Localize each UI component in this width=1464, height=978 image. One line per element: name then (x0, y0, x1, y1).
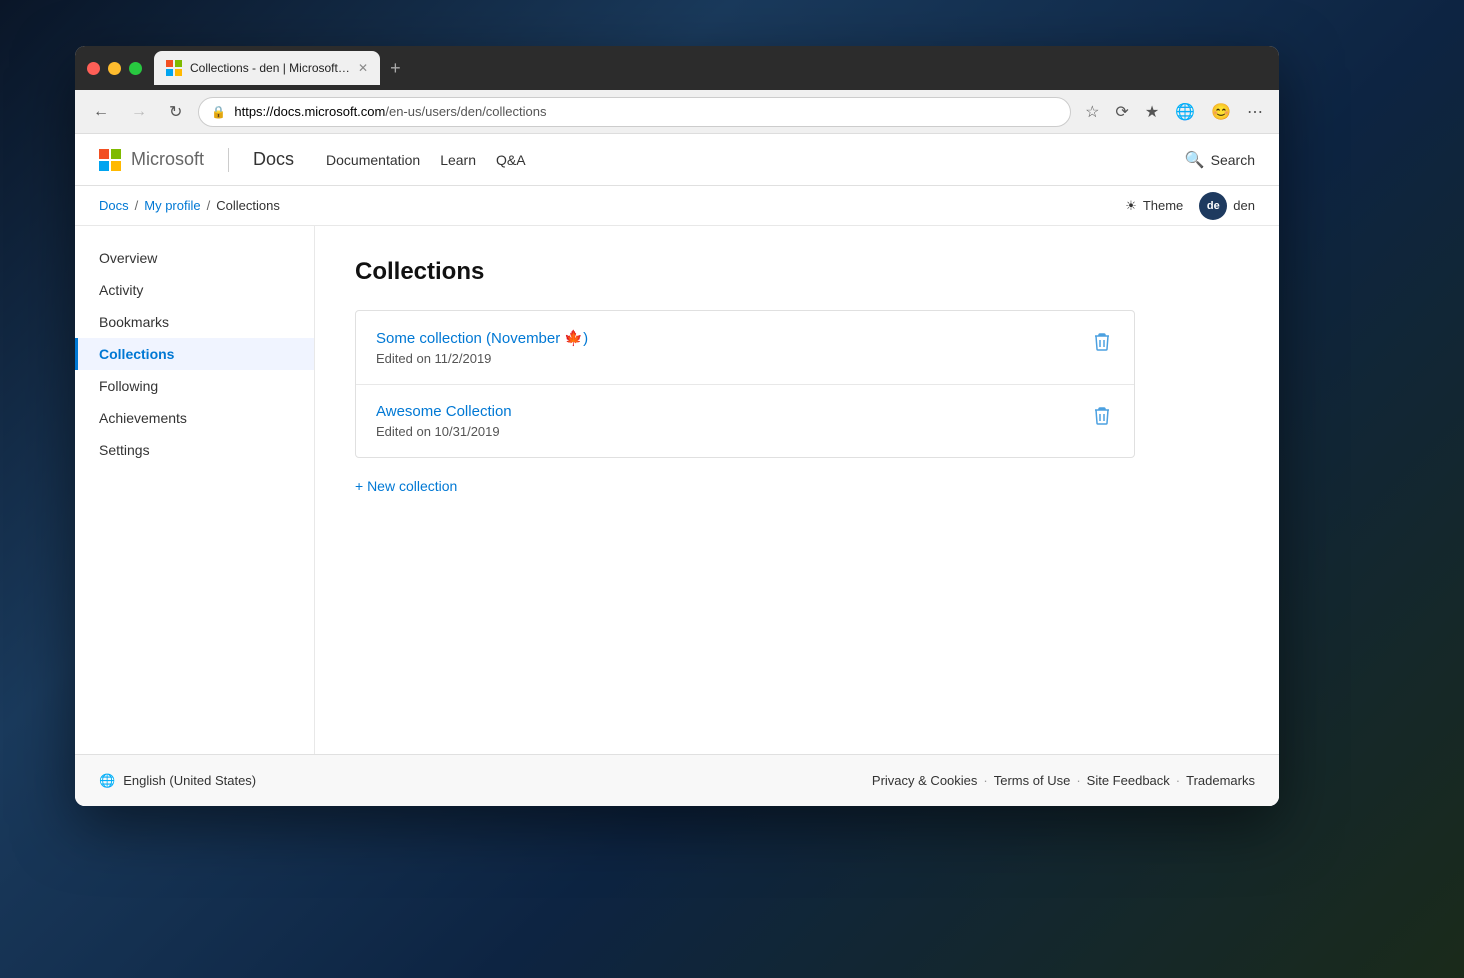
collection-date-2: Edited on 10/31/2019 (376, 424, 512, 439)
sidebar-item-overview[interactable]: Overview (75, 242, 314, 274)
sidebar-item-settings[interactable]: Settings (75, 434, 314, 466)
collections-card: Some collection (November 🍁) Edited on 1… (355, 310, 1135, 458)
address-bar: ← → ↻ 🔒 https://docs.microsoft.com/en-us… (75, 90, 1279, 134)
new-collection-button[interactable]: + New collection (355, 474, 1135, 498)
sidebar-item-following[interactable]: Following (75, 370, 314, 402)
collection-name-1[interactable]: Some collection (November 🍁) (376, 329, 588, 347)
tab-close-button[interactable]: ✕ (358, 61, 368, 75)
breadcrumb-docs[interactable]: Docs (99, 198, 129, 213)
breadcrumb-sep-2: / (207, 198, 211, 213)
back-button[interactable]: ← (87, 99, 115, 125)
toolbar-icons: ☆ ⟳ ★ 🌐 😊 ⋯ (1081, 98, 1267, 126)
minimize-traffic-light[interactable] (108, 62, 121, 75)
content-area: Collections Some collection (November 🍁)… (315, 226, 1279, 754)
theme-label: Theme (1143, 198, 1183, 213)
footer-trademarks[interactable]: Trademarks (1186, 773, 1255, 788)
nav-link-qa[interactable]: Q&A (496, 152, 526, 168)
title-bar: Collections - den | Microsoft Do... ✕ + (75, 46, 1279, 90)
top-nav: Microsoft Docs Documentation Learn Q&A 🔍… (75, 134, 1279, 186)
active-tab[interactable]: Collections - den | Microsoft Do... ✕ (154, 51, 380, 85)
breadcrumb-right: ☀ Theme de den (1125, 192, 1255, 220)
collection-item-1[interactable]: Some collection (November 🍁) Edited on 1… (356, 311, 1134, 385)
footer-sep-2: · (1076, 773, 1080, 788)
theme-button[interactable]: ☀ Theme (1125, 198, 1183, 214)
nav-divider (228, 148, 229, 172)
tab-title: Collections - den | Microsoft Do... (190, 61, 350, 75)
menu-icon[interactable]: ⋯ (1243, 98, 1267, 126)
sidebar-item-bookmarks[interactable]: Bookmarks (75, 306, 314, 338)
emoji-icon[interactable]: 😊 (1207, 98, 1235, 126)
reload-button[interactable]: ↻ (163, 98, 188, 126)
search-button[interactable]: 🔍 Search (1185, 150, 1255, 170)
delete-collection-1[interactable] (1090, 329, 1114, 360)
nav-link-documentation[interactable]: Documentation (326, 152, 420, 168)
docs-brand[interactable]: Docs (253, 149, 294, 170)
main-layout: Overview Activity Bookmarks Collections … (75, 226, 1279, 754)
page-title: Collections (355, 258, 1239, 286)
refresh-icon[interactable]: ⟳ (1111, 98, 1132, 126)
footer-privacy[interactable]: Privacy & Cookies (872, 773, 977, 788)
page-content: Microsoft Docs Documentation Learn Q&A 🔍… (75, 134, 1279, 806)
user-name: den (1233, 198, 1255, 213)
user-avatar: de (1199, 192, 1227, 220)
close-traffic-light[interactable] (87, 62, 100, 75)
footer-terms[interactable]: Terms of Use (994, 773, 1071, 788)
maximize-traffic-light[interactable] (129, 62, 142, 75)
sidebar: Overview Activity Bookmarks Collections … (75, 226, 315, 754)
forward-button[interactable]: → (125, 99, 153, 125)
collection-info-1: Some collection (November 🍁) Edited on 1… (376, 329, 588, 366)
favorites-icon[interactable]: ★ (1141, 98, 1163, 126)
search-icon: 🔍 (1185, 150, 1205, 170)
microsoft-logo[interactable]: Microsoft (99, 149, 204, 171)
collection-item-2[interactable]: Awesome Collection Edited on 10/31/2019 (356, 385, 1134, 457)
url-host: https://docs.microsoft.com (234, 104, 385, 119)
url-bar[interactable]: 🔒 https://docs.microsoft.com/en-us/users… (198, 97, 1071, 127)
url-text: https://docs.microsoft.com/en-us/users/d… (234, 104, 546, 119)
globe-icon: 🌐 (99, 773, 115, 789)
breadcrumb-my-profile[interactable]: My profile (144, 198, 200, 213)
sun-icon: ☀ (1125, 198, 1137, 214)
sidebar-item-achievements[interactable]: Achievements (75, 402, 314, 434)
footer-locale: 🌐 English (United States) (99, 773, 256, 789)
browser-window: Collections - den | Microsoft Do... ✕ + … (75, 46, 1279, 806)
search-label: Search (1211, 152, 1255, 168)
collection-name-2[interactable]: Awesome Collection (376, 403, 512, 420)
tab-bar: Collections - den | Microsoft Do... ✕ + (154, 51, 1267, 85)
footer-feedback[interactable]: Site Feedback (1087, 773, 1170, 788)
url-path: /en-us/users/den/collections (385, 104, 546, 119)
bookmark-icon[interactable]: ☆ (1081, 98, 1103, 126)
collection-date-1: Edited on 11/2/2019 (376, 351, 588, 366)
traffic-lights (87, 62, 142, 75)
footer-links: Privacy & Cookies · Terms of Use · Site … (872, 773, 1255, 788)
user-menu[interactable]: de den (1199, 192, 1255, 220)
ms-flag-icon (99, 149, 121, 171)
breadcrumb-current: Collections (216, 198, 280, 213)
nav-links: Documentation Learn Q&A (326, 152, 526, 168)
sidebar-item-collections[interactable]: Collections (75, 338, 314, 370)
locale-text: English (United States) (123, 773, 256, 788)
security-lock-icon: 🔒 (211, 105, 226, 119)
delete-collection-2[interactable] (1090, 403, 1114, 434)
footer-sep-1: · (983, 773, 987, 788)
browser-icon[interactable]: 🌐 (1171, 98, 1199, 126)
page-footer: 🌐 English (United States) Privacy & Cook… (75, 754, 1279, 806)
nav-link-learn[interactable]: Learn (440, 152, 476, 168)
footer-sep-3: · (1176, 773, 1180, 788)
sidebar-item-activity[interactable]: Activity (75, 274, 314, 306)
collection-info-2: Awesome Collection Edited on 10/31/2019 (376, 403, 512, 439)
tab-favicon (166, 60, 182, 76)
breadcrumb-sep-1: / (135, 198, 139, 213)
breadcrumb: Docs / My profile / Collections ☀ Theme … (75, 186, 1279, 226)
new-tab-button[interactable]: + (384, 58, 407, 79)
